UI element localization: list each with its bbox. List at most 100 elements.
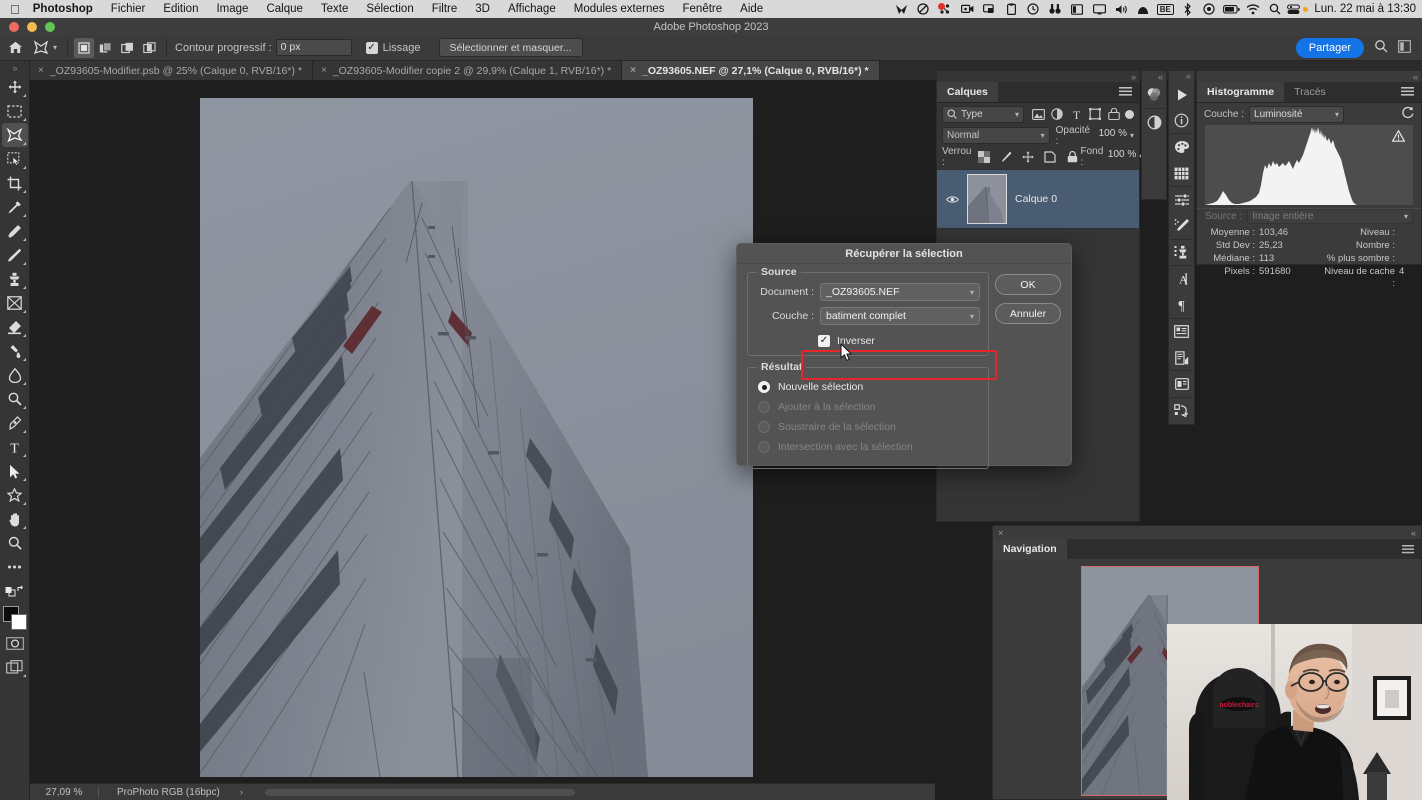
time-machine-icon[interactable]	[1022, 0, 1044, 18]
menu-edition[interactable]: Edition	[154, 0, 207, 18]
menu-modules-externes[interactable]: Modules externes	[565, 0, 674, 18]
layer-visibility-toggle[interactable]	[945, 195, 959, 204]
color-swatches[interactable]	[2, 605, 28, 631]
status-expand-arrow[interactable]: ›	[220, 787, 243, 797]
lock-artboard-icon[interactable]	[1042, 149, 1058, 165]
navigation-collapse[interactable]: «	[1411, 528, 1416, 538]
lock-image-icon[interactable]	[998, 149, 1014, 165]
blend-mode-select[interactable]: Normal ▾	[942, 127, 1050, 144]
battery-icon[interactable]	[1220, 0, 1242, 18]
document-tab[interactable]: × _OZ93605-Modifier.psb @ 25% (Calque 0,…	[30, 61, 313, 80]
color-wheel-icon[interactable]	[1142, 82, 1167, 108]
brush-tool[interactable]	[2, 243, 28, 267]
subtract-from-selection-button[interactable]	[118, 38, 138, 58]
add-to-selection-button[interactable]	[96, 38, 116, 58]
character-styles-icon[interactable]	[1169, 319, 1194, 345]
feather-input[interactable]: 0 px	[275, 39, 352, 56]
info-icon[interactable]	[1169, 108, 1194, 134]
adjustment-filter-icon[interactable]	[1049, 106, 1065, 122]
antialias-checkbox[interactable]: ✓	[365, 41, 378, 54]
layer-name[interactable]: Calque 0	[1015, 193, 1057, 205]
type-tool[interactable]: T	[2, 435, 28, 459]
be-input-icon[interactable]: BE	[1154, 0, 1176, 18]
hand-tool[interactable]	[2, 507, 28, 531]
screen-mode-icon[interactable]	[2, 655, 28, 679]
layer-comps-icon[interactable]	[1169, 371, 1194, 397]
warning-triangle-icon[interactable]	[1391, 129, 1406, 145]
share-button[interactable]: Partager	[1295, 37, 1364, 58]
new-selection-button[interactable]	[74, 37, 95, 58]
volume-icon[interactable]	[1110, 0, 1132, 18]
screen-record-icon[interactable]	[956, 0, 978, 18]
panel-menu-icon[interactable]	[1112, 82, 1139, 102]
quick-mask-icon[interactable]	[2, 631, 28, 655]
adjustments-icon[interactable]	[1142, 109, 1167, 135]
eyedropper-tool[interactable]	[2, 195, 28, 219]
lasso-tool[interactable]	[1, 123, 28, 147]
channel-select[interactable]: Luminosité ▾	[1249, 105, 1345, 123]
control-center-icon[interactable]	[1286, 0, 1308, 18]
edit-toolbar-tool[interactable]	[2, 555, 28, 579]
filter-toggle[interactable]	[1125, 109, 1134, 119]
menu-fichier[interactable]: Fichier	[102, 0, 155, 18]
menu-texte[interactable]: Texte	[312, 0, 358, 18]
toolbar-collapse-handle[interactable]: »	[12, 61, 17, 75]
arc-icon[interactable]	[1132, 0, 1154, 18]
clone-source-icon[interactable]	[1169, 240, 1194, 266]
select-and-mask-button[interactable]: Sélectionner et masquer...	[438, 38, 583, 57]
panel-menu-icon[interactable]	[1395, 539, 1421, 559]
tab-histogramme[interactable]: Histogramme	[1197, 82, 1285, 102]
document-canvas[interactable]	[200, 98, 753, 777]
horizontal-scrollbar[interactable]	[264, 788, 575, 796]
eraser-tool[interactable]	[2, 315, 28, 339]
menu-aide[interactable]: Aide	[731, 0, 772, 18]
fill-value[interactable]: 100 %	[1103, 149, 1139, 165]
clipboard-icon[interactable]	[1000, 0, 1022, 18]
character-icon[interactable]: A	[1169, 266, 1194, 292]
bird-icon[interactable]	[890, 0, 912, 18]
refresh-icon[interactable]	[1401, 106, 1414, 122]
workspace-icon[interactable]	[1398, 39, 1414, 56]
color-profile-label[interactable]: ProPhoto RGB (16bpc)	[99, 787, 220, 798]
chevron-down-icon[interactable]: ▾	[1015, 110, 1019, 119]
actions-icon[interactable]	[1169, 398, 1194, 424]
menubar-clock[interactable]: Lun. 22 mai à 13:30	[1308, 3, 1416, 15]
menu-app-name[interactable]: Photoshop	[31, 0, 102, 18]
tab-calques[interactable]: Calques	[937, 82, 998, 102]
airplay-icon[interactable]	[978, 0, 1000, 18]
dodge-tool[interactable]	[2, 387, 28, 411]
layers-panel-collapse[interactable]: »	[937, 71, 1139, 82]
document-tab[interactable]: × _OZ93605-Modifier copie 2 @ 29,9% (Cal…	[312, 61, 623, 80]
apple-icon[interactable]: 	[0, 3, 31, 16]
chevron-down-icon[interactable]: ▾	[1335, 110, 1339, 119]
chevron-down-icon[interactable]: ▾	[53, 43, 57, 52]
menu-calque[interactable]: Calque	[257, 0, 311, 18]
background-color-swatch[interactable]	[10, 614, 27, 630]
display-icon[interactable]	[1088, 0, 1110, 18]
histogram-collapse[interactable]: «	[1197, 71, 1421, 82]
menu-3d[interactable]: 3D	[466, 0, 499, 18]
paragraph-styles-icon[interactable]	[1169, 345, 1194, 371]
history-brush-tool[interactable]	[2, 291, 28, 315]
default-colors-icon[interactable]	[2, 579, 28, 603]
do-not-disturb-icon[interactable]	[912, 0, 934, 18]
libraries-icon[interactable]	[1169, 82, 1194, 108]
spotlight-icon[interactable]	[1264, 0, 1286, 18]
rail-a-collapse[interactable]: «	[1142, 71, 1166, 82]
spot-healing-brush-tool[interactable]	[2, 219, 28, 243]
close-icon[interactable]: ×	[321, 65, 327, 76]
layer-filter-type-select[interactable]: Type ▾	[942, 105, 1024, 123]
menu-selection[interactable]: Sélection	[357, 0, 422, 18]
result-option-new[interactable]: Nouvelle sélection	[748, 377, 988, 397]
blur-tool[interactable]	[2, 363, 28, 387]
wifi-icon[interactable]	[1242, 0, 1264, 18]
radio-new-selection[interactable]	[758, 381, 770, 393]
path-selection-tool[interactable]	[2, 459, 28, 483]
lock-transparent-icon[interactable]	[976, 149, 992, 165]
layer-thumbnail[interactable]	[967, 174, 1007, 224]
binoculars-icon[interactable]	[1044, 0, 1066, 18]
intersect-selection-button[interactable]	[140, 38, 160, 58]
zoom-tool[interactable]	[2, 531, 28, 555]
channel-select[interactable]: batiment complet ▾	[820, 307, 980, 325]
lock-position-icon[interactable]	[1020, 149, 1036, 165]
